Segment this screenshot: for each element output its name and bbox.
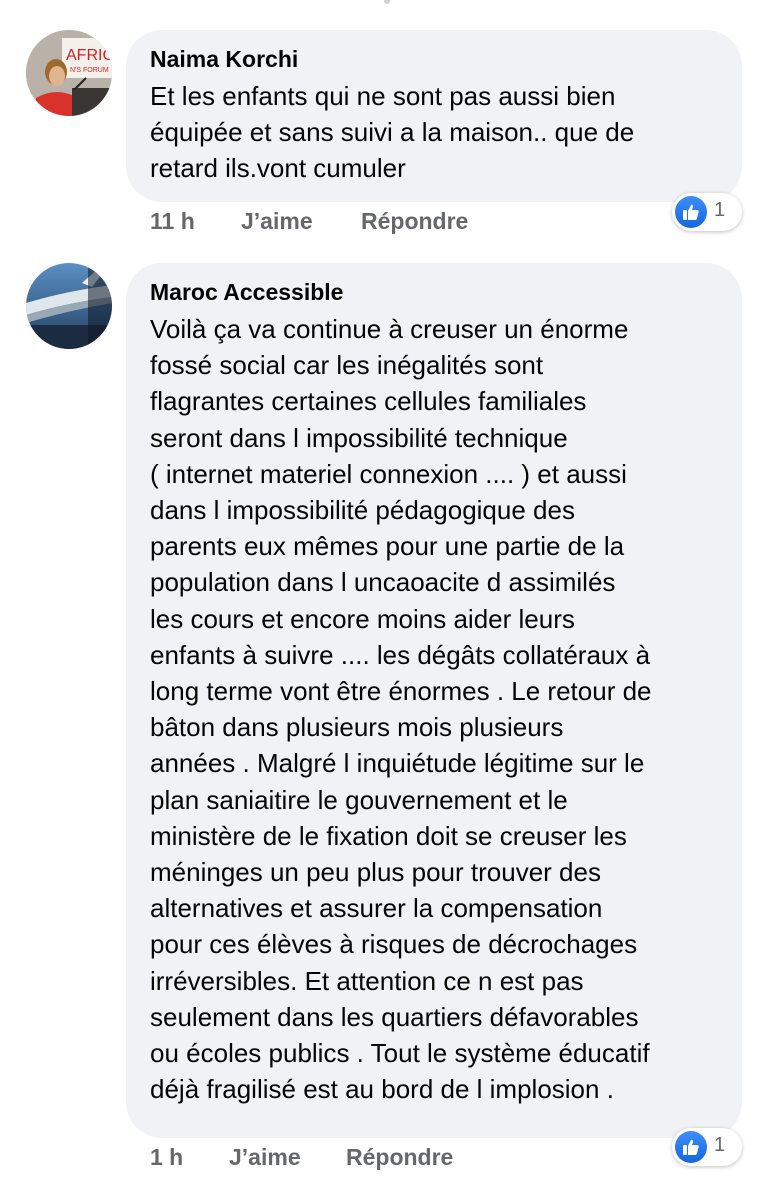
comment-text-line: parents eux mêmes pour une partie de la (150, 531, 625, 562)
comment-text: Voilà ça va continue à creuser un énorme… (150, 311, 718, 1107)
comment-actions: 11 h J’aime Répondre (0, 208, 768, 238)
comment-text-line: équipée et sans suivi a la maison.. que … (150, 117, 635, 148)
comment-text-line: Et les enfants qui ne sont pas aussi bie… (150, 81, 616, 111)
reply-button[interactable]: Répondre (346, 1144, 453, 1171)
comment-text-line: seulement dans les quartiers défavorable… (150, 1001, 639, 1032)
comment-text-line: bâton dans plusieurs mois plusieurs (150, 712, 564, 743)
comment-text-line: plan saniaitire le gouvernement et le (150, 784, 568, 815)
profile-photo-airplane-wing-sky (26, 263, 112, 349)
previous-comment-edge (384, 0, 390, 4)
comment-text-line: pour ces élèves à risques de décrochages (150, 929, 638, 960)
comment-bubble: Naima Korchi Et les enfants qui ne sont … (126, 30, 742, 202)
comment-text: Et les enfants qui ne sont pas aussi bie… (150, 78, 718, 187)
comment-text-line: dans l impossibilité pédagogique des (150, 495, 575, 526)
comment-text-line: ministère de le fixation doit se creuser… (150, 820, 627, 851)
comment-author[interactable]: Naima Korchi (150, 44, 718, 74)
comment-author[interactable]: Maroc Accessible (150, 277, 718, 307)
comment-text-line: enfants à suivre .... les dégâts collaté… (150, 639, 651, 670)
comment-text-line: alternatives et assurer la compensation (150, 893, 603, 924)
profile-photo-speaker-at-podium: AFRICA N'S FORUM (26, 30, 112, 116)
comment-text-line: long terme vont être énormes . Le retour… (150, 676, 652, 707)
comment-text-line: seront dans l impossibilité technique (150, 422, 568, 453)
comment-bubble: Maroc Accessible Voilà ça va continue à … (126, 263, 742, 1138)
like-button[interactable]: J’aime (229, 1144, 301, 1171)
comment-text-line: déjà fragilisé est au bord de l implosio… (150, 1074, 614, 1105)
comments-thread: AFRICA N'S FORUM Naima Korchi Et les enf… (0, 0, 768, 1184)
avatar[interactable]: AFRICA N'S FORUM (26, 30, 112, 116)
comment-text-line: ( internet materiel connexion .... ) et … (150, 458, 627, 489)
comment-text-line: flagrantes certaines cellules familiales (150, 386, 587, 417)
avatar[interactable] (26, 263, 112, 349)
comment-text-line: ou écoles publics . Tout le système éduc… (150, 1038, 650, 1069)
comment-text-line: population dans l uncaoacite d assimilés (150, 567, 616, 598)
avatar-badge-subtitle: N'S FORUM (70, 67, 109, 74)
comment-text-line: Voilà ça va continue à creuser un énorme (150, 314, 629, 344)
comment-timestamp[interactable]: 11 h (150, 208, 195, 235)
comment-text-line: les cours et encore moins aider leurs (150, 603, 575, 634)
comment-text-line: irréversibles. Et attention ce n est pas (150, 965, 584, 996)
comment-text-line: années . Malgré l inquiétude légitime su… (150, 748, 645, 779)
comment-actions: 1 h J’aime Répondre (0, 1144, 768, 1174)
comment-text-line: fossé social car les inégalités sont (150, 350, 544, 381)
comment-text-line: retard ils.vont cumuler (150, 153, 406, 184)
comment-text-line: méninges un peu plus pour trouver des (150, 857, 601, 888)
avatar-badge-title: AFRICA (66, 47, 112, 64)
like-button[interactable]: J’aime (241, 208, 313, 235)
comment-timestamp[interactable]: 1 h (150, 1144, 183, 1171)
reply-button[interactable]: Répondre (361, 208, 468, 235)
